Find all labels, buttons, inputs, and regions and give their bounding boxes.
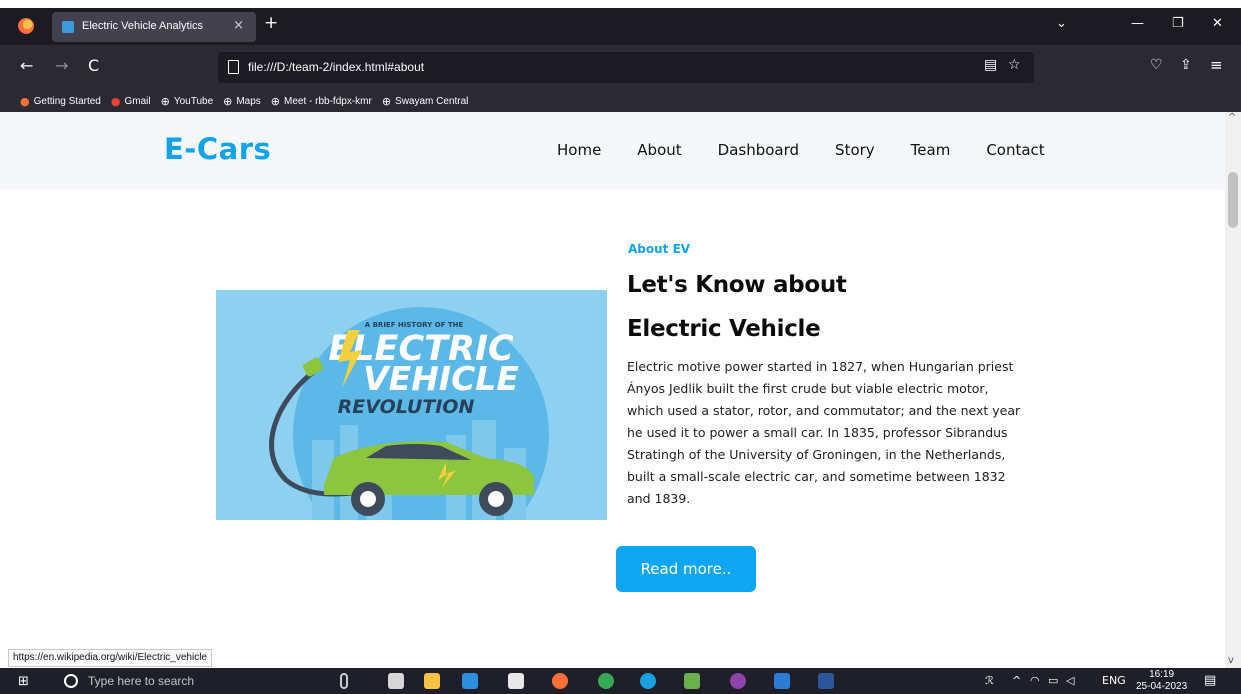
people-icon[interactable]: ℛ xyxy=(985,674,994,687)
nav-link-contact[interactable]: Contact xyxy=(986,141,1044,159)
pocket-icon[interactable]: ♡ xyxy=(1150,57,1163,73)
taskbar-clock[interactable]: 16:19 25-04-2023 xyxy=(1136,669,1187,693)
address-bar[interactable]: file:///D:/team-2/index.html#about ▤ ☆ xyxy=(218,52,1034,83)
notepad-icon[interactable] xyxy=(684,673,700,689)
image-title-line2: VEHICLE xyxy=(363,359,519,398)
bookmarks-toolbar: ● Getting Started ● Gmail ⊕ YouTube ⊕ Ma… xyxy=(0,90,1241,112)
volume-icon[interactable]: ◁ xyxy=(1066,674,1074,687)
file-explorer-icon[interactable] xyxy=(424,673,440,689)
section-eyebrow: About EV xyxy=(628,242,691,256)
firefox-icon[interactable] xyxy=(18,18,34,34)
windows-start-icon[interactable]: ⊞ xyxy=(18,674,29,689)
browser-nav-bar: ← → C file:///D:/team-2/index.html#about… xyxy=(0,45,1241,90)
nav-link-home[interactable]: Home xyxy=(557,141,601,159)
language-indicator[interactable]: ENG xyxy=(1102,674,1126,687)
url-text[interactable]: file:///D:/team-2/index.html#about xyxy=(248,60,424,74)
globe-icon: ⊕ xyxy=(381,94,392,108)
task-view-icon[interactable] xyxy=(388,673,404,689)
clock-time: 16:19 xyxy=(1149,669,1175,680)
notification-icon[interactable]: ▤ xyxy=(1204,673,1216,688)
forward-button[interactable]: → xyxy=(55,56,68,75)
tab-list-chevron-icon[interactable]: ⌄ xyxy=(1056,16,1067,31)
bookmark-star-icon[interactable]: ☆ xyxy=(1008,57,1021,73)
clock-date: 25-04-2023 xyxy=(1136,681,1188,692)
edge-icon[interactable] xyxy=(640,673,656,689)
cortana-icon xyxy=(64,674,78,688)
about-paragraph: Electric motive power started in 1827, w… xyxy=(627,359,1021,506)
globe-icon: ⊕ xyxy=(223,94,233,108)
firefox-icon: ● xyxy=(20,94,30,108)
reload-button[interactable]: C xyxy=(88,56,99,75)
globe-icon: ⊕ xyxy=(270,94,281,108)
nav-link-team[interactable]: Team xyxy=(911,141,951,159)
bookmark-youtube[interactable]: ⊕ YouTube xyxy=(161,95,214,108)
page-icon xyxy=(228,60,239,74)
nav-link-story[interactable]: Story xyxy=(835,141,875,159)
app-menu-icon[interactable]: ≡ xyxy=(1210,56,1223,74)
battery-icon[interactable]: ▭ xyxy=(1048,674,1058,687)
bookmark-meet[interactable]: ⊕ Meet - rbb-fdpx-kmr xyxy=(271,95,372,108)
scroll-down-icon[interactable]: v xyxy=(1228,655,1234,666)
google-icon: ● xyxy=(110,94,121,108)
browser-tab-bar: Electric Vehicle Analytics × + ⌄ — ❐ ✕ xyxy=(0,8,1241,45)
link-status-tooltip: https://en.wikipedia.org/wiki/Electric_v… xyxy=(8,649,212,667)
tab-title: Electric Vehicle Analytics xyxy=(82,20,204,32)
heading-line-1: Let's Know about xyxy=(627,272,847,298)
section-heading: Let's Know about Electric Vehicle xyxy=(627,263,847,351)
firefox-taskbar-icon[interactable] xyxy=(552,673,568,689)
wifi-icon[interactable]: ◠ xyxy=(1030,674,1040,687)
site-header: E-Cars Home About Dashboard Story Team C… xyxy=(0,112,1225,189)
taskbar-search[interactable]: Type here to search xyxy=(54,668,330,694)
windows-taskbar: ⊞ Type here to search ℛ ^ ◠ ▭ ◁ ENG 16:1… xyxy=(0,668,1241,694)
scroll-thumb[interactable] xyxy=(1228,172,1238,228)
back-button[interactable]: ← xyxy=(20,56,33,75)
image-title-line3: REVOLUTION xyxy=(338,396,475,418)
bookmark-getting-started[interactable]: ● Getting Started xyxy=(20,95,101,108)
heading-line-2: Electric Vehicle xyxy=(627,316,821,342)
close-window-button[interactable]: ✕ xyxy=(1212,16,1223,31)
image-caption-small: A BRIEF HISTORY OF THE xyxy=(365,321,464,329)
new-tab-button[interactable]: + xyxy=(264,13,278,33)
site-nav: Home About Dashboard Story Team Contact xyxy=(557,141,1045,159)
minimize-button[interactable]: — xyxy=(1131,16,1144,31)
mail-icon[interactable] xyxy=(462,673,478,689)
site-logo[interactable]: E-Cars xyxy=(164,132,271,166)
tab-close-icon[interactable]: × xyxy=(233,18,244,33)
app-icon[interactable] xyxy=(730,673,746,689)
page-scrollbar[interactable]: ^ v xyxy=(1225,112,1241,668)
tray-chevron-icon[interactable]: ^ xyxy=(1012,674,1021,687)
ev-revolution-illustration: A BRIEF HISTORY OF THE ELECTRIC VEHICLE … xyxy=(216,290,607,520)
browser-tab[interactable]: Electric Vehicle Analytics × xyxy=(52,12,256,42)
bookmark-swayam[interactable]: ⊕ Swayam Central xyxy=(382,95,469,108)
bookmark-gmail[interactable]: ● Gmail xyxy=(111,95,151,108)
page-viewport: E-Cars Home About Dashboard Story Team C… xyxy=(0,112,1225,668)
read-more-button[interactable]: Read more.. xyxy=(616,546,756,592)
extensions-icon[interactable]: ⇪ xyxy=(1180,57,1192,73)
tab-favicon-icon xyxy=(62,21,74,33)
chrome-icon[interactable] xyxy=(598,673,614,689)
store-icon[interactable] xyxy=(508,673,524,689)
scroll-up-icon[interactable]: ^ xyxy=(1228,112,1236,123)
restore-button[interactable]: ❐ xyxy=(1172,16,1184,31)
globe-icon: ⊕ xyxy=(160,94,170,108)
nav-link-about[interactable]: About xyxy=(637,141,681,159)
word-icon[interactable] xyxy=(818,673,834,689)
vscode-icon[interactable] xyxy=(774,673,790,689)
nav-link-dashboard[interactable]: Dashboard xyxy=(718,141,799,159)
search-placeholder: Type here to search xyxy=(88,674,195,688)
microphone-icon[interactable] xyxy=(340,673,348,689)
reader-view-icon[interactable]: ▤ xyxy=(984,57,997,73)
bookmark-maps[interactable]: ⊕ Maps xyxy=(223,95,261,108)
